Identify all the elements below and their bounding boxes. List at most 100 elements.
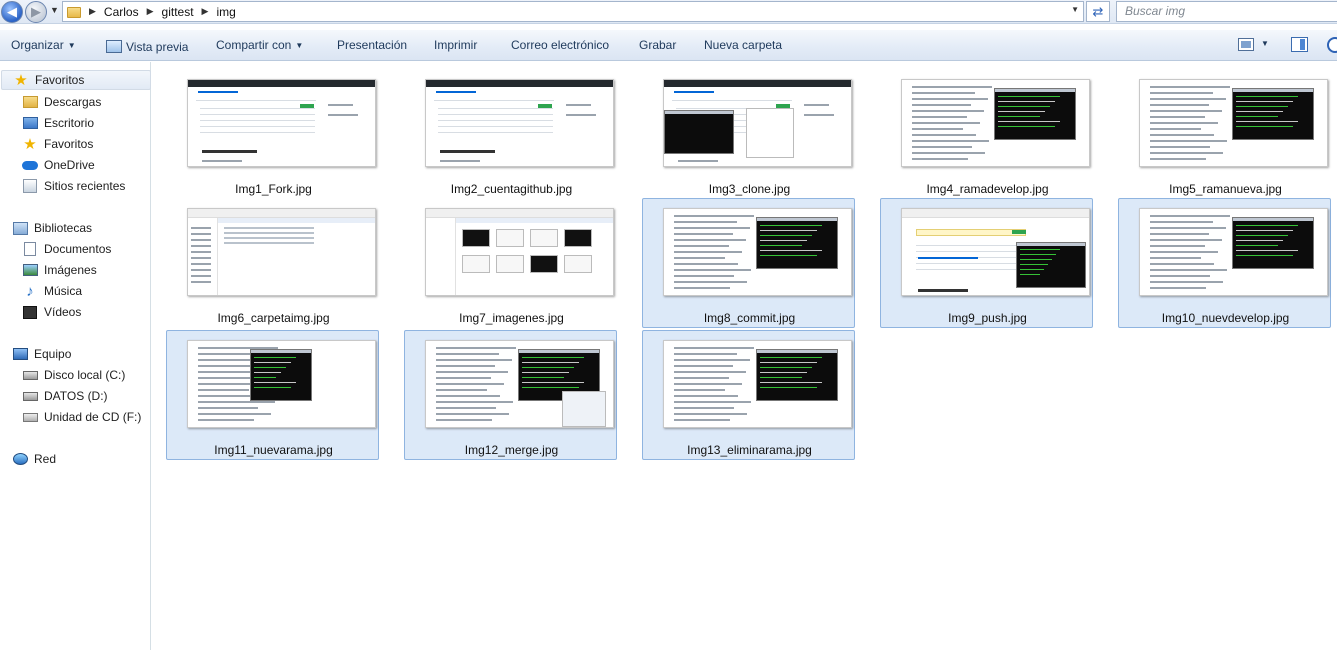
thumbnail-detail (198, 91, 238, 93)
thumbnail-detail (188, 80, 375, 87)
nav-libraries-header[interactable]: Bibliotecas (0, 218, 150, 238)
thumbnail-detail (198, 365, 257, 367)
thumbnail-detail (918, 257, 978, 259)
file-item[interactable]: Img3_clone.jpg (642, 69, 855, 199)
thumbnail-detail (1150, 251, 1218, 253)
thumbnail-detail (254, 377, 276, 378)
new-folder-button[interactable]: Nueva carpeta (704, 38, 782, 52)
thumbnail-detail (760, 357, 822, 358)
thumbnail-detail (1150, 239, 1222, 241)
nav-item-escritorio[interactable]: Escritorio (0, 113, 150, 133)
thumbnail-detail (1150, 104, 1209, 106)
file-item[interactable]: Img12_merge.jpg (404, 330, 617, 460)
refresh-button[interactable]: ⇄ (1086, 1, 1110, 22)
thumbnail-detail (674, 263, 738, 265)
image-thumbnail (187, 340, 376, 428)
thumbnail-detail (254, 387, 291, 388)
thumbnail-detail (300, 104, 314, 108)
forward-button[interactable]: ▶ (25, 1, 47, 23)
thumbnail-detail (674, 91, 714, 93)
nav-item-documentos[interactable]: Documentos (0, 239, 150, 259)
search-input[interactable]: Buscar img (1116, 1, 1337, 22)
file-item[interactable]: Img9_push.jpg (880, 198, 1093, 328)
chevron-right-icon[interactable]: ▶ (202, 6, 209, 17)
nav-item-onedrive[interactable]: OneDrive (0, 155, 150, 175)
back-button[interactable]: ◀ (1, 1, 23, 23)
thumbnail-detail (200, 126, 315, 127)
thumbnail-detail (674, 233, 733, 235)
breadcrumb-gittest[interactable]: gittest (162, 5, 194, 19)
chevron-right-icon[interactable]: ▶ (89, 6, 96, 17)
thumbnail-detail (496, 229, 524, 247)
address-dropdown-icon[interactable]: ▼ (1071, 5, 1079, 14)
nav-item-sitios-recientes[interactable]: Sitios recientes (0, 176, 150, 196)
thumbnail-detail (1150, 86, 1230, 88)
documents-icon (22, 241, 38, 257)
thumbnail-detail (912, 116, 967, 118)
breadcrumb-img[interactable]: img (216, 5, 235, 19)
share-menu[interactable]: Compartir con ▼ (216, 38, 303, 52)
nav-label: Música (44, 284, 83, 298)
file-name: Img1_Fork.jpg (235, 182, 312, 196)
nav-label: OneDrive (44, 158, 95, 172)
thumbnail-detail (1236, 111, 1283, 112)
image-thumbnail (663, 208, 852, 296)
help-icon[interactable] (1327, 37, 1337, 53)
thumbnail-detail (438, 132, 553, 133)
print-button[interactable]: Imprimir (434, 38, 477, 52)
view-options-dropdown[interactable]: ▼ (1261, 39, 1269, 48)
nav-favorites-header[interactable]: ★ Favoritos (1, 70, 151, 90)
organize-menu[interactable]: Organizar ▼ (11, 38, 76, 52)
file-item[interactable]: Img4_ramadevelop.jpg (880, 69, 1093, 199)
nav-item-cd-f[interactable]: Unidad de CD (F:) (0, 407, 150, 427)
thumbnail-detail (674, 395, 738, 397)
share-label: Compartir con (216, 38, 292, 52)
file-item[interactable]: Img10_nuevdevelop.jpg (1118, 198, 1331, 328)
star-icon: ★ (23, 135, 37, 153)
address-path[interactable]: ▶ Carlos ▶ gittest ▶ img ▼ (62, 1, 1084, 22)
nav-item-imagenes[interactable]: Imágenes (0, 260, 150, 280)
burn-button[interactable]: Grabar (639, 38, 676, 52)
nav-item-favoritos[interactable]: ★ Favoritos (0, 134, 150, 154)
breadcrumb-carlos[interactable]: Carlos (104, 5, 139, 19)
file-item[interactable]: Img5_ramanueva.jpg (1118, 69, 1331, 199)
nav-item-datos-d[interactable]: DATOS (D:) (0, 386, 150, 406)
thumbnail-detail (436, 383, 504, 385)
file-item[interactable]: Img13_eliminarama.jpg (642, 330, 855, 460)
file-item[interactable]: Img6_carpetaimg.jpg (166, 198, 379, 328)
thumbnail-detail (1150, 110, 1222, 112)
thumbnail-detail (202, 160, 242, 162)
nav-computer-header[interactable]: Equipo (0, 344, 150, 364)
nav-item-musica[interactable]: ♪ Música (0, 281, 150, 301)
change-view-button[interactable] (1238, 38, 1254, 51)
nav-network[interactable]: Red (0, 449, 150, 469)
nav-item-videos[interactable]: Vídeos (0, 302, 150, 322)
file-item[interactable]: Img2_cuentagithub.jpg (404, 69, 617, 199)
chevron-right-icon[interactable]: ▶ (147, 6, 154, 17)
file-name: Img7_imagenes.jpg (459, 311, 564, 325)
nav-item-disco-c[interactable]: Disco local (C:) (0, 365, 150, 385)
chevron-down-icon: ▼ (295, 41, 304, 50)
recent-pages-dropdown[interactable]: ▼ (50, 5, 59, 15)
thumbnail-detail (438, 108, 553, 109)
thumbnail-detail (912, 152, 985, 154)
preview-pane-button[interactable] (1291, 37, 1308, 52)
file-item[interactable]: Img1_Fork.jpg (166, 69, 379, 199)
thumbnail-detail (674, 227, 750, 229)
thumbnail-detail (678, 160, 718, 162)
library-icon (12, 220, 28, 236)
slideshow-button[interactable]: Presentación (337, 38, 407, 52)
file-view[interactable]: Img1_Fork.jpg Img2_cuentagithub.jpg Img3_c… (152, 62, 1337, 650)
email-button[interactable]: Correo electrónico (511, 38, 609, 52)
file-item[interactable]: Img7_imagenes.jpg (404, 198, 617, 328)
nav-item-descargas[interactable]: Descargas (0, 92, 150, 112)
thumbnail-detail (1150, 134, 1214, 136)
file-item[interactable]: Img8_commit.jpg (642, 198, 855, 328)
thumbnail-detail (1236, 121, 1298, 122)
file-item[interactable]: Img11_nuevarama.jpg (166, 330, 379, 460)
thumbnail-detail (674, 359, 750, 361)
file-name: Img2_cuentagithub.jpg (450, 182, 573, 196)
preview-button[interactable]: Vista previa (106, 38, 188, 54)
image-thumbnail (425, 208, 614, 296)
thumbnail-detail (191, 227, 211, 229)
